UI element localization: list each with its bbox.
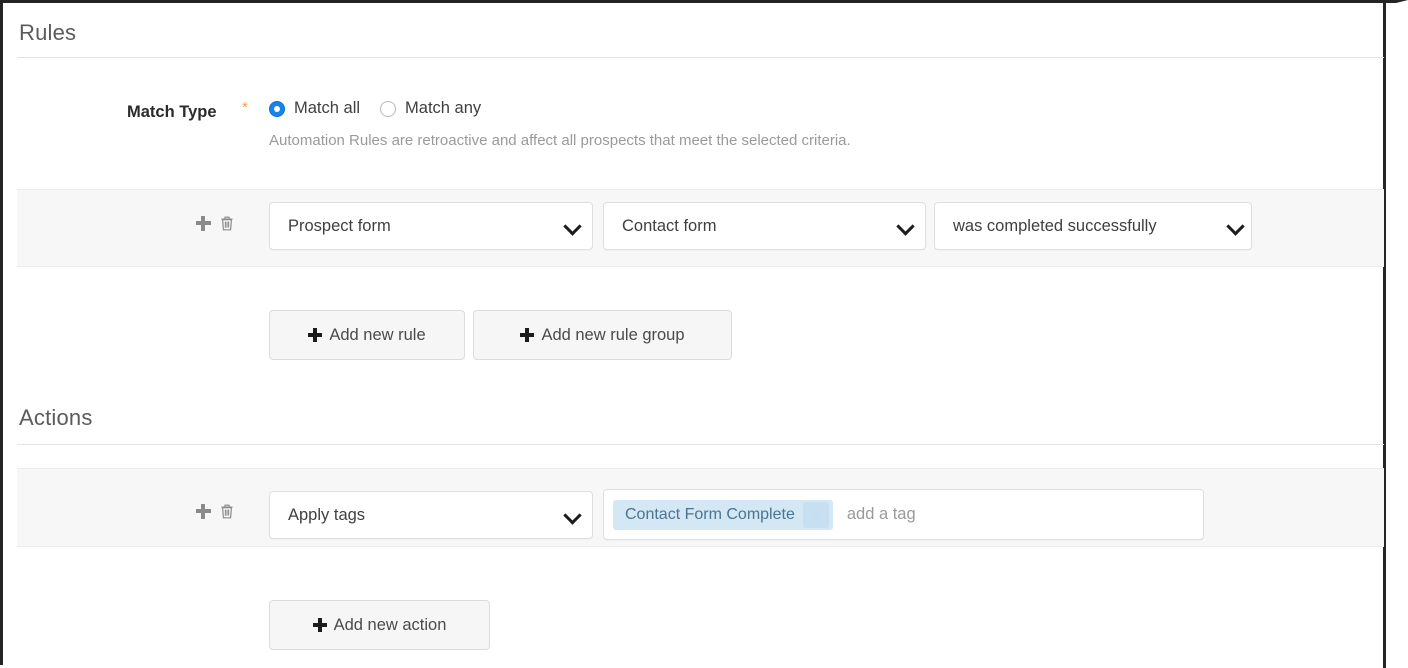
tag-input-field[interactable]: Contact Form Complete × add a tag (603, 489, 1204, 540)
match-type-row: Match Type * Match all Match any Automat… (3, 99, 1384, 169)
page-frame: Rules Match Type * Match all Match any A… (0, 0, 1408, 668)
add-new-rule-group-label: Add new rule group (541, 325, 685, 344)
add-new-rule-group-button[interactable]: Add new rule group (473, 310, 732, 360)
radio-option-match-all[interactable]: Match all (269, 99, 360, 118)
radio-indicator-match-any[interactable] (380, 100, 397, 117)
select-rule-object[interactable]: Contact form (603, 202, 926, 250)
add-rule-icon[interactable] (192, 212, 214, 234)
add-new-action-button[interactable]: Add new action (269, 600, 490, 650)
add-new-action-label: Add new action (333, 615, 447, 634)
select-rule-type[interactable]: Prospect form (269, 202, 593, 250)
add-new-rule-button[interactable]: Add new rule (269, 310, 465, 360)
add-action-icon[interactable] (192, 500, 214, 522)
tag-remove-icon[interactable]: × (802, 501, 829, 528)
select-rule-criteria[interactable]: was completed successfully (934, 202, 1252, 250)
rule-row-controls (192, 212, 238, 234)
action-row-controls (192, 500, 238, 522)
radio-indicator-match-all[interactable] (269, 100, 285, 117)
tag-input-placeholder: add a tag (846, 505, 916, 523)
tag-chip[interactable]: Contact Form Complete × (613, 499, 833, 530)
radio-option-match-any[interactable]: Match any (380, 99, 481, 118)
radio-label-match-any: Match any (405, 99, 482, 117)
match-type-help-text: Automation Rules are retroactive and aff… (269, 132, 851, 149)
rules-section-divider (17, 57, 1384, 58)
required-asterisk: * (242, 99, 248, 116)
select-rule-object-value: Contact form (622, 216, 717, 235)
chevron-down-icon (564, 217, 582, 235)
delete-action-icon[interactable] (216, 500, 238, 522)
select-action-type-value: Apply tags (288, 505, 366, 524)
delete-rule-icon[interactable] (216, 212, 238, 234)
plus-icon (308, 328, 323, 342)
rules-section-title: Rules (19, 20, 77, 45)
chevron-down-icon (897, 217, 915, 235)
automation-rule-editor: Rules Match Type * Match all Match any A… (3, 3, 1384, 665)
match-type-label: Match Type (127, 103, 217, 121)
add-new-rule-label: Add new rule (329, 325, 426, 344)
chevron-down-icon (1227, 217, 1245, 235)
chevron-down-icon (564, 506, 582, 524)
actions-section-divider (17, 444, 1384, 445)
select-rule-type-value: Prospect form (288, 216, 391, 235)
actions-section-title: Actions (19, 405, 93, 430)
radio-label-match-all: Match all (294, 99, 361, 117)
select-rule-criteria-value: was completed successfully (953, 216, 1157, 235)
match-type-radio-group: Match all Match any (269, 99, 481, 118)
plus-icon (312, 618, 327, 632)
tag-chip-label: Contact Form Complete (625, 505, 795, 523)
select-action-type[interactable]: Apply tags (269, 491, 593, 539)
plus-icon (520, 328, 535, 342)
